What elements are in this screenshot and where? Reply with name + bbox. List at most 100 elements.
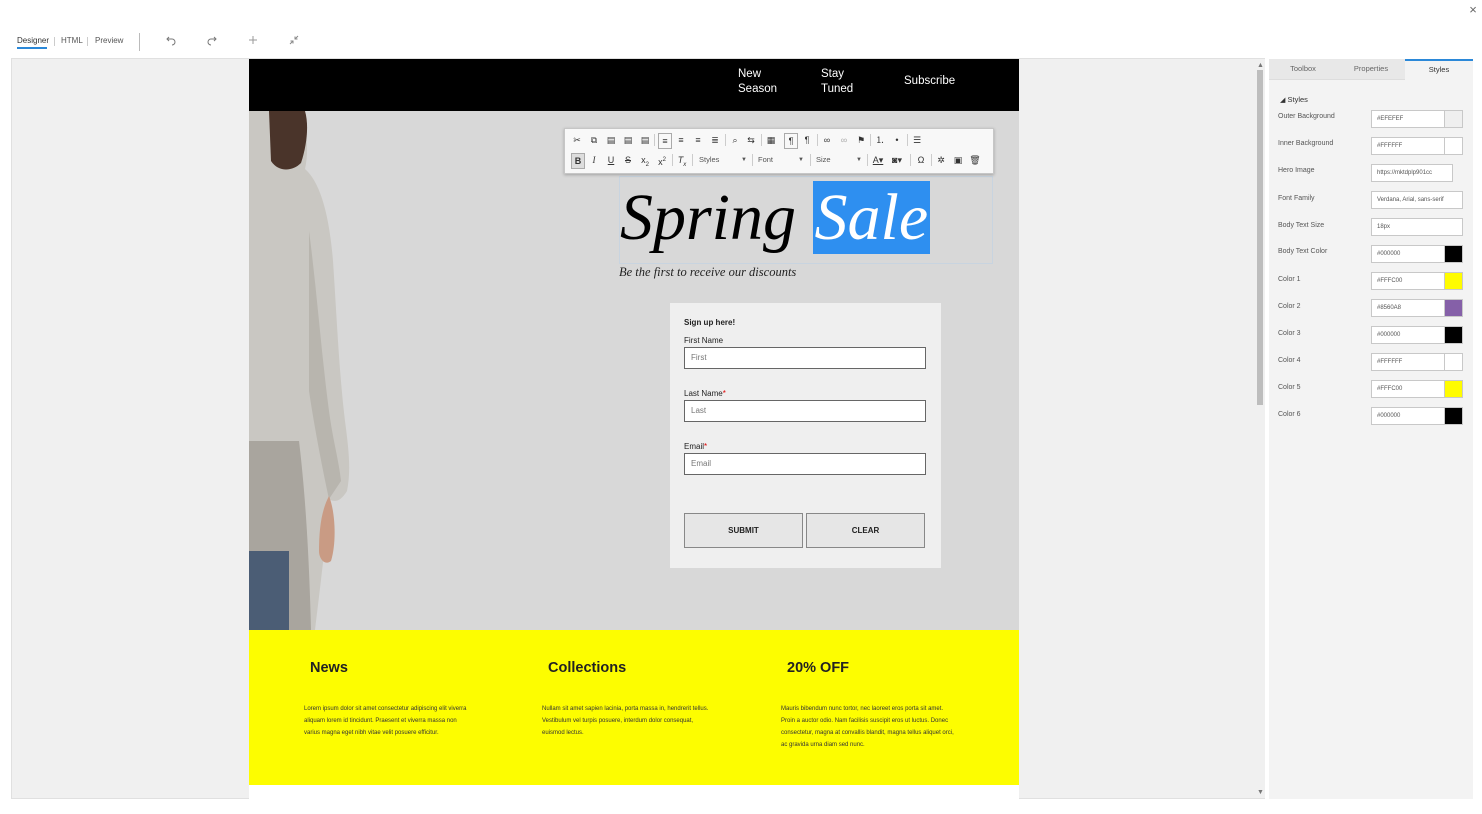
rte-separator <box>931 154 932 166</box>
unlink-icon[interactable]: ∞ <box>838 133 850 147</box>
color-swatch[interactable] <box>1444 245 1463 263</box>
text-color-icon[interactable]: A▾ <box>872 153 884 167</box>
color-3-value: #000000 <box>1377 332 1401 338</box>
horizontal-rule-icon[interactable]: ☰ <box>911 133 923 147</box>
paste-word-icon[interactable]: ▤ <box>639 133 651 147</box>
color-swatch[interactable] <box>1444 407 1463 425</box>
bulleted-list-icon[interactable]: • <box>891 133 903 147</box>
rte-separator <box>654 134 655 146</box>
color-swatch[interactable] <box>1444 326 1463 344</box>
settings-icon[interactable]: ✲ <box>935 153 947 167</box>
column-title-offer: 20% OFF <box>787 660 850 676</box>
link-icon[interactable]: ∞ <box>821 133 833 147</box>
format-block-icon[interactable]: ▦ <box>765 133 777 147</box>
color-2-value: #8560A8 <box>1377 305 1402 311</box>
replace-icon[interactable]: ⇆ <box>745 133 757 147</box>
strikethrough-icon[interactable]: S <box>622 153 634 167</box>
email-field[interactable]: Email <box>684 453 926 475</box>
undo-icon[interactable] <box>164 34 178 48</box>
rtl-icon[interactable]: ¶ <box>801 133 813 147</box>
active-tab-indicator <box>17 47 47 49</box>
copy-icon[interactable]: ⧉ <box>588 133 600 147</box>
source-icon[interactable]: ▣ <box>952 153 964 167</box>
cut-icon[interactable]: ✂ <box>571 133 583 147</box>
rte-separator <box>910 154 911 166</box>
panel-tab-bar: Toolbox Properties Styles <box>1269 59 1473 80</box>
hero-image-field[interactable]: https://mktdplp901cc <box>1371 164 1453 182</box>
scroll-up-icon[interactable]: ▲ <box>1256 61 1265 70</box>
tab-properties[interactable]: Properties <box>1337 59 1405 79</box>
align-right-icon[interactable]: ≡ <box>692 133 704 147</box>
inner-background-field[interactable]: #FFFFFF <box>1371 137 1463 155</box>
styles-section-header[interactable]: ◢ Styles <box>1280 95 1308 104</box>
hero-title[interactable]: Spring Sale <box>620 180 931 256</box>
submit-button[interactable]: SUBMIT <box>684 513 803 548</box>
outer-background-value: #EFEFEF <box>1377 116 1404 122</box>
color-swatch[interactable] <box>1444 299 1463 317</box>
superscript-icon[interactable]: x2 <box>656 153 668 167</box>
delete-icon[interactable]: 🗑 <box>969 153 981 167</box>
column-body-collections: Nullam sit amet sapien lacinia, porta ma… <box>542 706 709 736</box>
anchor-flag-icon[interactable]: ⚑ <box>855 133 867 147</box>
numbered-list-icon[interactable]: ⒈ <box>874 133 886 147</box>
tab-toolbox[interactable]: Toolbox <box>1269 59 1337 79</box>
underline-icon[interactable]: U <box>605 153 617 167</box>
first-name-field[interactable]: First <box>684 347 926 369</box>
nav-stay-tuned-line2: Tuned <box>821 83 854 95</box>
tab-designer[interactable]: Designer <box>17 36 49 45</box>
color-swatch[interactable] <box>1444 272 1463 290</box>
prop-label-hero-image: Hero Image <box>1278 167 1315 174</box>
remove-format-icon[interactable]: Tx <box>676 153 688 168</box>
paste-icon[interactable]: ▤ <box>605 133 617 147</box>
collapse-icon[interactable] <box>287 34 301 48</box>
chevron-down-icon: ▼ <box>856 157 862 163</box>
last-name-field[interactable]: Last <box>684 400 926 422</box>
color-2-field[interactable]: #8560A8 <box>1371 299 1463 317</box>
background-color-icon[interactable]: ◙▾ <box>891 153 903 167</box>
align-center-icon[interactable]: ≡ <box>675 133 687 147</box>
color-3-field[interactable]: #000000 <box>1371 326 1463 344</box>
hero-title-text: Spring <box>620 181 813 254</box>
add-icon[interactable] <box>246 34 260 48</box>
close-icon[interactable]: × <box>1466 3 1480 17</box>
justify-icon[interactable]: ≣ <box>709 133 721 147</box>
hero-subtitle[interactable]: Be the first to receive our discounts <box>619 265 796 280</box>
color-swatch[interactable] <box>1444 380 1463 398</box>
scrollbar-thumb[interactable] <box>1257 70 1263 405</box>
special-character-icon[interactable]: Ω <box>915 153 927 167</box>
body-text-color-field[interactable]: #000000 <box>1371 245 1463 263</box>
color-swatch[interactable] <box>1444 110 1463 128</box>
color-swatch[interactable] <box>1444 353 1463 371</box>
nav-new-season[interactable]: New Season <box>738 67 777 97</box>
size-dropdown[interactable]: Size ▼ <box>816 153 862 167</box>
color-5-field[interactable]: #FFFC00 <box>1371 380 1463 398</box>
paste-text-icon[interactable]: ▤ <box>622 133 634 147</box>
italic-icon[interactable]: I <box>588 153 600 167</box>
color-1-field[interactable]: #FFFC00 <box>1371 272 1463 290</box>
tab-preview[interactable]: Preview <box>95 36 123 45</box>
nav-subscribe[interactable]: Subscribe <box>904 74 955 89</box>
bold-icon[interactable]: B <box>571 153 585 169</box>
redo-icon[interactable] <box>205 34 219 48</box>
last-name-label: Last Name* <box>684 389 726 398</box>
font-family-field[interactable]: Verdana, Arial, sans-serif <box>1371 191 1463 209</box>
font-dropdown[interactable]: Font ▼ <box>758 153 804 167</box>
tab-html[interactable]: HTML <box>61 36 83 45</box>
rte-separator <box>761 134 762 146</box>
outer-background-field[interactable]: #EFEFEF <box>1371 110 1463 128</box>
ltr-icon[interactable]: ¶ <box>784 133 798 149</box>
color-swatch[interactable] <box>1444 137 1463 155</box>
color-4-field[interactable]: #FFFFFF <box>1371 353 1463 371</box>
find-icon[interactable]: ⌕ <box>729 133 741 147</box>
body-text-size-field[interactable]: 18px <box>1371 218 1463 236</box>
clear-button[interactable]: CLEAR <box>806 513 925 548</box>
tab-styles[interactable]: Styles <box>1405 59 1473 80</box>
align-left-icon[interactable]: ≡ <box>658 133 672 149</box>
scroll-down-icon[interactable]: ▼ <box>1256 788 1265 797</box>
nav-stay-tuned[interactable]: Stay Tuned <box>821 67 853 97</box>
color-6-field[interactable]: #000000 <box>1371 407 1463 425</box>
styles-dropdown[interactable]: Styles ▼ <box>699 153 747 167</box>
features-section[interactable]: News Lorem ipsum dolor sit amet consecte… <box>249 630 1019 785</box>
subscript-icon[interactable]: x2 <box>639 153 651 168</box>
color-1-value: #FFFC00 <box>1377 278 1403 284</box>
